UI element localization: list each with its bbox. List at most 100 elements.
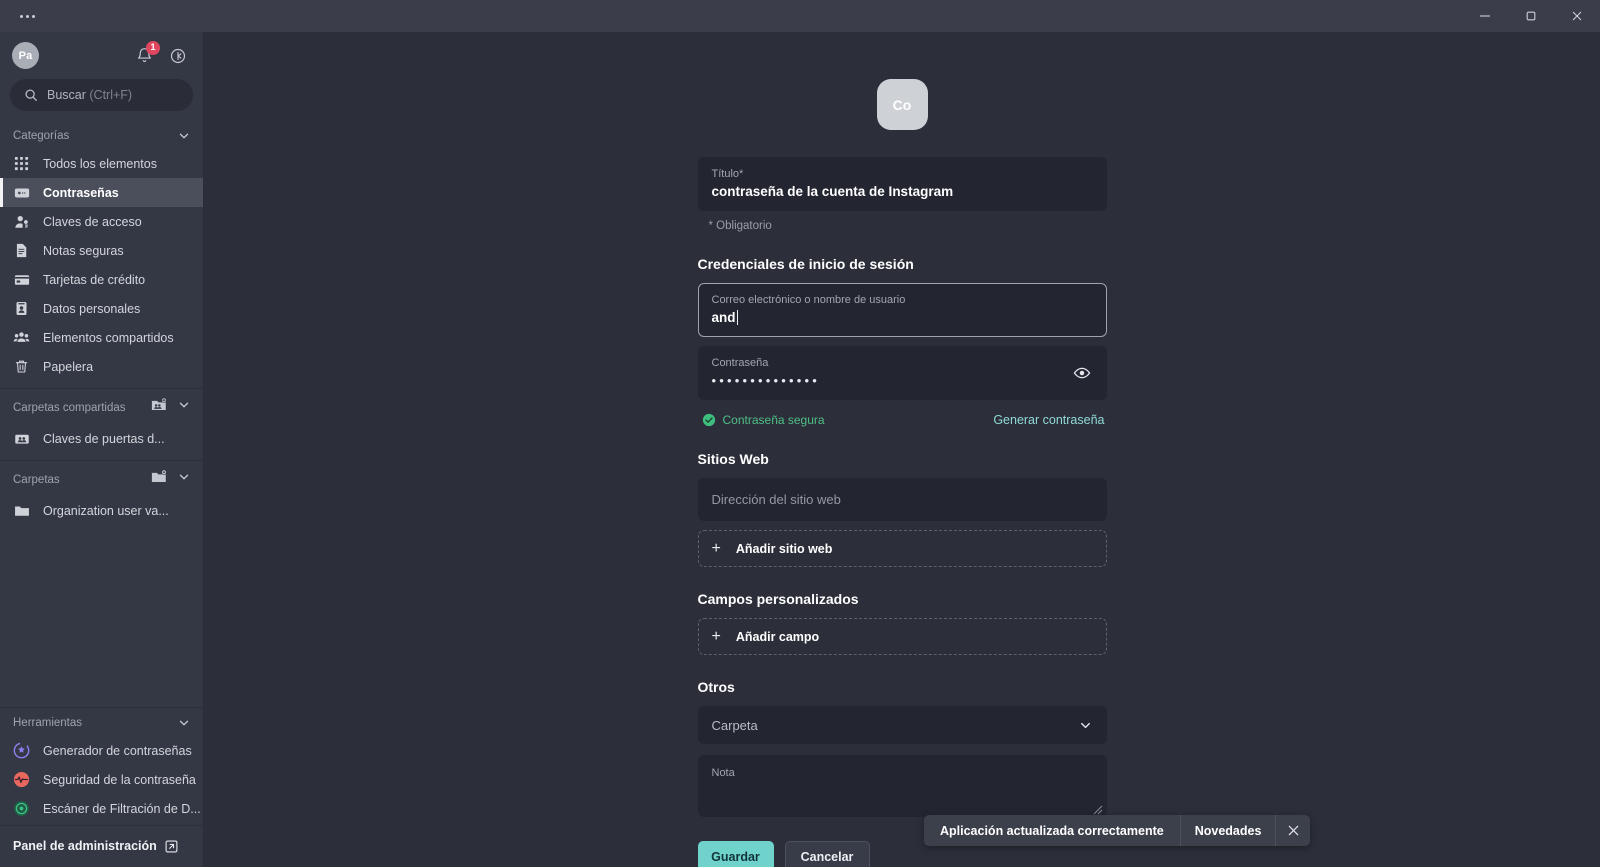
close-icon[interactable]: [1275, 815, 1310, 846]
password-strength-label: Contraseña segura: [722, 413, 825, 427]
sidebar: Pa 1 Buscar (Ctrl+F) Categorías Todos lo…: [0, 32, 204, 867]
sidebar-item-label: Datos personales: [43, 301, 141, 316]
titlebar-left: [0, 5, 44, 27]
toast-message: Aplicación actualizada correctamente: [940, 823, 1164, 838]
section-title-folders: Carpetas: [13, 473, 60, 486]
sidebar-item-personal-data[interactable]: Datos personales: [0, 294, 203, 323]
sidebar-item-label: Notas seguras: [43, 243, 124, 258]
chevron-down-icon[interactable]: [177, 398, 191, 417]
chevron-down-icon[interactable]: [177, 470, 191, 489]
sidebar-item-all-items[interactable]: Todos los elementos: [0, 149, 203, 178]
password-health-icon: [13, 771, 30, 788]
password-field[interactable]: Contraseña ••••••••••••••: [697, 346, 1107, 400]
website-url-field[interactable]: Dirección del sitio web: [697, 478, 1107, 521]
sidebar-item-folder[interactable]: Organization user va...: [0, 496, 203, 525]
admin-panel-link[interactable]: Panel de administración: [0, 825, 203, 867]
password-card-icon: [13, 184, 30, 201]
folder-select[interactable]: Carpeta: [697, 706, 1107, 744]
section-header-folders[interactable]: Carpetas: [0, 461, 203, 496]
generate-password-link[interactable]: Generar contraseña: [993, 413, 1104, 427]
sidebar-item-shared-folder[interactable]: Claves de puertas d...: [0, 424, 203, 453]
password-field-value: ••••••••••••••: [711, 373, 821, 388]
note-field-label: Nota: [711, 767, 735, 779]
external-link-icon: [165, 840, 178, 853]
sidebar-tool-label: Escáner de Filtración de D...: [43, 801, 201, 816]
add-website-button[interactable]: + Añadir sitio web: [697, 530, 1107, 567]
sidebar-item-label: Papelera: [43, 359, 94, 374]
window-body: Pa 1 Buscar (Ctrl+F) Categorías Todos lo…: [0, 32, 1600, 867]
credit-card-icon: [13, 271, 30, 288]
sidebar-item-trash[interactable]: Papelera: [0, 352, 203, 381]
chevron-down-icon[interactable]: [177, 716, 191, 730]
search-placeholder: Buscar (Ctrl+F): [47, 88, 133, 102]
folder-icon: [13, 502, 30, 519]
sidebar-item-label: Claves de puertas d...: [43, 431, 165, 446]
add-custom-field-button[interactable]: + Añadir campo: [697, 618, 1107, 655]
sidebar-item-passwords[interactable]: Contraseñas: [0, 178, 203, 207]
id-card-icon: [13, 300, 30, 317]
sidebar-item-label: Todos los elementos: [43, 156, 157, 171]
add-folder-icon[interactable]: [151, 469, 167, 490]
sidebar-tool-label: Seguridad de la contraseña: [43, 772, 196, 787]
section-header-shared-folders[interactable]: Carpetas compartidas: [0, 389, 203, 424]
toast-action-button[interactable]: Novedades: [1179, 815, 1276, 846]
add-website-label: Añadir sitio web: [735, 541, 833, 556]
sidebar-item-password-health[interactable]: Seguridad de la contraseña: [0, 765, 203, 794]
title-field[interactable]: Título* contraseña de la cuenta de Insta…: [697, 157, 1107, 211]
resize-grip-icon[interactable]: [1092, 802, 1103, 815]
people-icon: [13, 329, 30, 346]
note-field[interactable]: Nota: [697, 755, 1107, 817]
chevron-down-icon[interactable]: [177, 129, 191, 143]
sidebar-item-label: Elementos compartidos: [43, 330, 174, 345]
password-field-label: Contraseña: [711, 357, 769, 369]
title-field-value: contraseña de la cuenta de Instagram: [711, 184, 954, 199]
more-horizontal-icon[interactable]: [10, 5, 44, 27]
websites-heading: Sitios Web: [697, 451, 769, 467]
close-button[interactable]: [1554, 0, 1600, 32]
minimize-button[interactable]: [1462, 0, 1508, 32]
sidebar-tool-label: Generador de contraseñas: [43, 743, 192, 758]
required-note: * Obligatorio: [708, 220, 772, 232]
plus-icon: +: [711, 627, 721, 645]
sidebar-item-credit-cards[interactable]: Tarjetas de crédito: [0, 265, 203, 294]
dark-web-scanner-icon: [13, 800, 30, 817]
password-meta: Contraseña segura Generar contraseña: [698, 400, 1107, 427]
grid-icon: [13, 155, 30, 172]
sidebar-item-shared-items[interactable]: Elementos compartidos: [0, 323, 203, 352]
avatar[interactable]: Pa: [12, 42, 39, 69]
eye-icon[interactable]: [1071, 362, 1093, 384]
sidebar-item-password-generator[interactable]: Generador de contraseñas: [0, 736, 203, 765]
chevron-down-icon: [1078, 718, 1093, 733]
window-titlebar: [0, 0, 1600, 32]
username-field[interactable]: Correo electrónico o nombre de usuario a…: [697, 283, 1107, 337]
sidebar-item-passkeys[interactable]: Claves de acceso: [0, 207, 203, 236]
folder-select-value: Carpeta: [711, 717, 758, 733]
notification-badge: 1: [146, 40, 160, 55]
main-content: Co Título* contraseña de la cuenta de In…: [204, 32, 1600, 867]
username-field-value: and: [711, 310, 738, 325]
search-input[interactable]: Buscar (Ctrl+F): [10, 79, 193, 111]
add-shared-folder-icon[interactable]: [151, 397, 167, 418]
plus-icon: +: [711, 539, 721, 557]
shared-folder-icon: [13, 430, 30, 447]
password-generator-icon: [13, 742, 30, 759]
gear-icon[interactable]: [167, 45, 189, 67]
section-header-categories[interactable]: Categorías: [0, 121, 203, 149]
section-header-tools[interactable]: Herramientas: [0, 708, 203, 736]
website-url-placeholder: Dirección del sitio web: [711, 491, 841, 507]
sidebar-item-secure-notes[interactable]: Notas seguras: [0, 236, 203, 265]
bell-icon[interactable]: 1: [133, 40, 160, 67]
sidebar-header: Pa 1: [0, 32, 203, 75]
save-button[interactable]: Guardar: [697, 841, 774, 867]
maximize-button[interactable]: [1508, 0, 1554, 32]
cancel-button[interactable]: Cancelar: [784, 841, 870, 867]
check-circle-icon: [702, 413, 716, 427]
custom-fields-heading: Campos personalizados: [697, 591, 859, 607]
add-custom-field-label: Añadir campo: [735, 629, 820, 644]
admin-panel-label: Panel de administración: [13, 839, 157, 853]
username-field-label: Correo electrónico o nombre de usuario: [711, 294, 906, 306]
title-field-label: Título*: [711, 168, 744, 180]
item-edit-form: Co Título* contraseña de la cuenta de In…: [697, 32, 1107, 867]
app-window: Pa 1 Buscar (Ctrl+F) Categorías Todos lo…: [0, 0, 1600, 867]
sidebar-item-dark-web-scanner[interactable]: Escáner de Filtración de D...: [0, 794, 203, 823]
